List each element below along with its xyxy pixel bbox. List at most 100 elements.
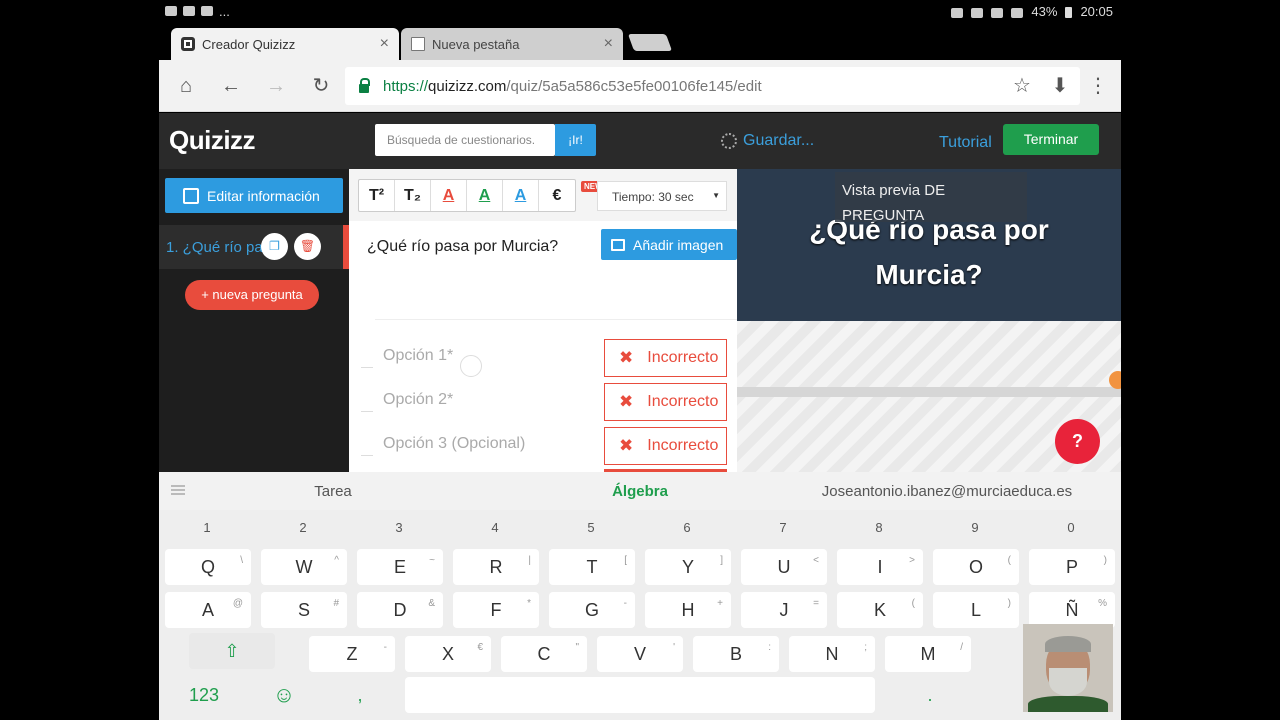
option-3-input[interactable]: Opción 3 (Opcional)	[383, 435, 525, 453]
text-color-red-button[interactable]: A	[431, 180, 467, 211]
key-k[interactable]: K(	[837, 592, 923, 628]
shift-key[interactable]: ⇧	[189, 633, 275, 669]
key-label: P	[1065, 557, 1078, 577]
address-bar[interactable]: https:// quizizz.com /quiz/5a5a586c53e5f…	[345, 67, 1080, 105]
add-image-button[interactable]: Añadir imagen	[601, 229, 737, 260]
video-icon	[165, 6, 177, 16]
incorrect-label: Incorrecto	[647, 349, 719, 366]
quiz-search-input[interactable]: Búsqueda de cuestionarios.	[375, 124, 555, 156]
key-alt-label: =	[813, 598, 819, 609]
question-text-input[interactable]: ¿Qué río pasa por Murcia?	[367, 238, 558, 256]
preview-question-line-2: Murcia?	[875, 259, 983, 290]
tab-close-icon[interactable]: ×	[380, 35, 389, 53]
key-y[interactable]: Y]	[645, 549, 731, 585]
key-alt-label: -	[383, 642, 387, 653]
key-ñ[interactable]: Ñ%	[1029, 592, 1115, 628]
key-s[interactable]: S #	[261, 592, 347, 628]
comma-key[interactable]: ,	[317, 677, 403, 713]
person-beard	[1049, 668, 1087, 696]
key-o[interactable]: O(	[933, 549, 1019, 585]
key-label: X	[441, 644, 454, 664]
key-b[interactable]: B:	[693, 636, 779, 672]
key-w[interactable]: W ^	[261, 549, 347, 585]
trash-icon[interactable]: 🗑	[294, 233, 321, 260]
text-color-blue-button[interactable]: A	[503, 180, 539, 211]
key-r[interactable]: R |	[453, 549, 539, 585]
url-host: quizizz.com	[428, 77, 507, 95]
key-c[interactable]: C "	[501, 636, 587, 672]
key-a[interactable]: A @	[165, 592, 251, 628]
key-j[interactable]: J =	[741, 592, 827, 628]
tab-title: Creador Quizizz	[202, 36, 296, 52]
key-label: L	[970, 600, 981, 620]
key-alt-label: /	[960, 642, 963, 653]
key-u[interactable]: U <	[741, 549, 827, 585]
tab-nueva-pestana[interactable]: Nueva pestaña ×	[401, 28, 623, 60]
key-z[interactable]: Z-	[309, 636, 395, 672]
add-image-label: Añadir imagen	[633, 236, 724, 253]
help-icon[interactable]: ?	[1055, 419, 1100, 464]
battery-icon	[1065, 6, 1073, 18]
key-m[interactable]: M /	[885, 636, 971, 672]
home-icon[interactable]: ⌂	[174, 74, 198, 98]
key-l[interactable]: L)	[933, 592, 1019, 628]
key-x[interactable]: X €	[405, 636, 491, 672]
key-q[interactable]: Q \	[165, 549, 251, 585]
time-limit-select[interactable]: Tiempo: 30 sec ▼	[597, 181, 727, 211]
bookmark-star-icon[interactable]: ☆	[1010, 74, 1034, 98]
suggestion-3[interactable]: Joseantonio.ibanez@murciaeduca.es	[799, 483, 1095, 500]
duplicate-icon[interactable]: ❐	[261, 233, 288, 260]
key-f[interactable]: F *	[453, 592, 539, 628]
suggestion-2[interactable]: Álgebra	[559, 483, 721, 500]
subscript-button[interactable]: T₂	[395, 180, 431, 211]
option-2-correctness-toggle[interactable]: ✖ Incorrecto	[604, 383, 727, 421]
emoji-key[interactable]: ☺	[241, 677, 327, 713]
key-n[interactable]: N;	[789, 636, 875, 672]
back-icon[interactable]: ←	[219, 74, 243, 98]
keyboard-menu-icon[interactable]	[171, 485, 185, 495]
key-p[interactable]: P)	[1029, 549, 1115, 585]
superscript-button[interactable]: T²	[359, 180, 395, 211]
key-v[interactable]: V '	[597, 636, 683, 672]
key-label: B	[729, 644, 742, 664]
symbols-key[interactable]: 123	[161, 677, 247, 713]
key-d[interactable]: D &	[357, 592, 443, 628]
key-t[interactable]: T[	[549, 549, 635, 585]
tab-close-icon[interactable]: ×	[604, 35, 613, 53]
option-1-correctness-toggle[interactable]: ✖ Incorrecto	[604, 339, 727, 377]
reload-icon[interactable]: ↻	[309, 74, 333, 98]
edit-info-button[interactable]: Editar información	[165, 178, 343, 213]
question-list-item[interactable]: 1. ¿Qué río pasa por Murcia? ❐ 🗑	[159, 225, 349, 269]
key-alt-label: (	[1007, 555, 1011, 566]
new-question-button[interactable]: + nueva pregunta	[185, 280, 319, 310]
key-i[interactable]: I >	[837, 549, 923, 585]
tab-creador-quizizz[interactable]: Creador Quizizz ×	[171, 28, 399, 60]
key-g[interactable]: G-	[549, 592, 635, 628]
saving-label: Guardar...	[743, 132, 815, 149]
suggestion-1[interactable]: Tarea	[279, 483, 387, 500]
search-go-button[interactable]: ¡Ir!	[555, 124, 596, 156]
key-alt-label: -	[623, 598, 627, 609]
number-hint: 1	[203, 520, 211, 535]
special-characters-button[interactable]: €	[539, 180, 575, 211]
option-3-correctness-toggle[interactable]: ✖ Incorrecto	[604, 427, 727, 465]
option-2-input[interactable]: Opción 2*	[383, 391, 453, 409]
period-key[interactable]: .	[887, 677, 973, 713]
key-h[interactable]: H +	[645, 592, 731, 628]
quizizz-logo[interactable]: Quizizz	[169, 125, 256, 156]
space-bar[interactable]	[405, 677, 875, 713]
wifi-icon	[1011, 7, 1024, 18]
key-label: C	[537, 644, 551, 664]
text-color-green-button[interactable]: A	[467, 180, 503, 211]
download-icon[interactable]: ⬇	[1048, 74, 1072, 98]
menu-icon[interactable]: ⋮	[1086, 74, 1110, 98]
option-1-input[interactable]: Opción 1*	[383, 347, 453, 365]
question-sidebar: Editar información 1. ¿Qué río pasa por …	[159, 169, 349, 472]
forward-icon[interactable]: →	[264, 74, 288, 98]
tutorial-link[interactable]: Tutorial	[939, 134, 992, 152]
radio-button[interactable]	[460, 355, 482, 377]
number-hint: 5	[587, 520, 595, 535]
finish-button[interactable]: Terminar	[1003, 124, 1099, 155]
key-e[interactable]: E ~	[357, 549, 443, 585]
new-tab-button[interactable]	[627, 34, 673, 51]
